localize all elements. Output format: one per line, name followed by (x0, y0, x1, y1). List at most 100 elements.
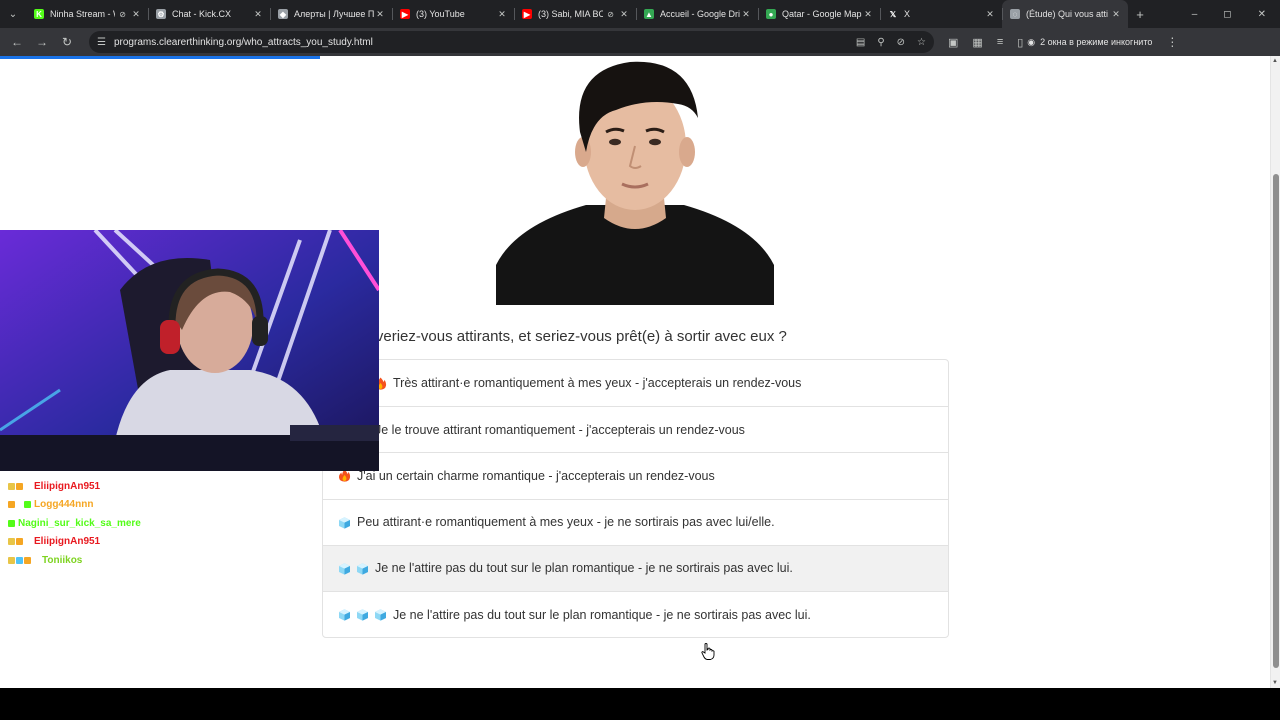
forward-button[interactable]: → (31, 31, 53, 53)
ice-cube-icon (356, 608, 369, 621)
chat-message: EliipignAn951 (8, 477, 308, 496)
minimize-button[interactable]: – (1192, 9, 1198, 20)
tab-close-icon[interactable]: ✕ (740, 9, 752, 20)
chat-badge-icon (8, 501, 15, 509)
site-info-icon[interactable]: ☰ (97, 37, 106, 48)
answer-option-label: Très attirant·e romantiquement à mes yeu… (393, 376, 802, 391)
chat-badge-icon (8, 519, 15, 527)
extension-icon[interactable]: ▣ (948, 36, 958, 49)
extensions-puzzle-icon[interactable]: ▦ (972, 36, 982, 49)
answer-option[interactable]: J'ai un certain charme romantique - j'ac… (323, 452, 948, 498)
streamer-webcam-overlay (0, 230, 379, 471)
tab-close-icon[interactable]: ✕ (1110, 9, 1122, 20)
maximize-button[interactable]: ◻ (1223, 9, 1231, 20)
browser-tab[interactable]: ▶ (3) YouTube ✕ (392, 0, 514, 28)
eye-off-icon[interactable]: ⊘ (897, 37, 905, 48)
tab-favicon-icon: 𝕏 (888, 9, 898, 19)
chat-username: EliipignAn951 (34, 536, 101, 548)
tab-close-icon[interactable]: ✕ (130, 9, 142, 20)
chat-badges (8, 519, 15, 527)
tab-close-icon[interactable]: ✕ (862, 9, 874, 20)
chat-message: Nagini_sur_kick_sa_mere (8, 514, 308, 533)
chat-badges (8, 538, 31, 546)
answer-option[interactable]: Je ne l'attire pas du tout sur le plan r… (323, 544, 948, 591)
tab-muted-speaker-icon[interactable]: ⊘ (119, 10, 126, 19)
chat-badge-icon (8, 482, 15, 490)
tab-muted-speaker-icon[interactable]: ⊘ (607, 10, 614, 19)
answer-option[interactable]: Je le trouve attirant romantiquement - j… (323, 406, 948, 452)
page-scrollbar[interactable]: ▲ ▼ (1270, 56, 1280, 688)
arrow-right-icon: → (36, 35, 48, 49)
window-controls: – ◻ ✕ (1192, 0, 1280, 28)
scrollbar-thumb[interactable] (1273, 174, 1279, 668)
tab-title: Accueil - Google Dri (660, 9, 740, 19)
answer-option[interactable]: Peu attirant·e romantiquement à mes yeux… (323, 498, 948, 545)
tab-favicon-icon: ◌ (1010, 9, 1020, 19)
loading-progress-bar (0, 56, 320, 59)
answer-option-label: J'ai un certain charme romantique - j'ac… (357, 468, 715, 483)
tab-title: (Étude) Qui vous atti (1026, 9, 1109, 19)
chat-badge-icon (8, 538, 15, 546)
tab-close-icon[interactable]: ✕ (618, 9, 630, 20)
bookmark-star-icon[interactable]: ☆ (917, 37, 926, 48)
chat-username: Toniikos (42, 554, 83, 566)
address-bar[interactable]: ☰ programs.clearerthinking.org/who_attra… (89, 31, 934, 53)
browser-tab[interactable]: ● Qatar - Google Maps ✕ (758, 0, 880, 28)
zoom-icon[interactable]: ⚲ (877, 37, 884, 48)
incognito-indicator[interactable]: ◉ 2 окна в режиме инкогнито (1027, 37, 1152, 48)
chat-badge-icon (24, 538, 31, 546)
browser-tab[interactable]: ◆ Алерты | Лучшее ПО ✕ (270, 0, 392, 28)
browser-menu-icon[interactable]: ⋮ (1166, 35, 1178, 49)
chat-message: Toniikos (8, 551, 308, 570)
browser-tab[interactable]: K Ninha Stream - W ⊘ ✕ (26, 0, 148, 28)
video-letterbox-bar (0, 688, 1280, 720)
tab-close-icon[interactable]: ✕ (496, 9, 508, 20)
mouse-cursor-hand-icon (701, 643, 715, 665)
sidebar-icon[interactable]: ▯ (1017, 36, 1023, 49)
tab-close-icon[interactable]: ✕ (252, 9, 264, 20)
chat-badge-icon (16, 482, 23, 490)
browser-tab[interactable]: 𝕏 X ✕ (880, 0, 1002, 28)
tab-favicon-icon: ▶ (400, 9, 410, 19)
chat-badge-icon (32, 556, 39, 564)
tab-strip: ⌄ K Ninha Stream - W ⊘ ✕ ⚙ Chat - Kick.CX ✕ ◆ Ал… (0, 0, 1280, 28)
chat-message: Logg444nnn (8, 496, 308, 515)
ice-cube-icon (356, 562, 369, 575)
answer-option[interactable]: Très attirant·e romantiquement à mes yeu… (323, 360, 948, 406)
chat-username: EliipignAn951 (34, 480, 101, 492)
tab-search-button[interactable]: ⌄ (0, 0, 26, 28)
scroll-up-arrow-icon[interactable]: ▲ (1272, 58, 1278, 64)
browser-tab[interactable]: ⚙ Chat - Kick.CX ✕ (148, 0, 270, 28)
chat-badge-icon (24, 556, 31, 564)
ice-cube-icon (338, 562, 351, 575)
tab-close-icon[interactable]: ✕ (374, 9, 386, 20)
chat-username: Nagini_sur_kick_sa_mere (18, 517, 141, 529)
chat-badge-icon (24, 482, 31, 490)
url-text[interactable]: programs.clearerthinking.org/who_attract… (114, 37, 844, 48)
scroll-down-arrow-icon[interactable]: ▼ (1272, 680, 1278, 686)
new-tab-button[interactable]: + (1128, 0, 1152, 28)
answer-list: Très attirant·e romantiquement à mes yeu… (322, 359, 949, 639)
browser-tab[interactable]: ▲ Accueil - Google Dri ✕ (636, 0, 758, 28)
chevron-down-icon: ⌄ (8, 8, 18, 20)
back-button[interactable]: ← (6, 31, 28, 53)
browser-tab[interactable]: ▶ (3) Sabi, MIA BOY⊘ ✕ (514, 0, 636, 28)
tab-title: (3) Sabi, MIA BOY (538, 9, 604, 19)
reading-list-icon[interactable]: ≡ (997, 36, 1003, 48)
reload-button[interactable]: ↻ (56, 31, 78, 53)
tab-close-icon[interactable]: ✕ (984, 9, 996, 20)
fire-icon (338, 469, 351, 483)
chat-badge-icon (8, 556, 15, 564)
tab-title: Qatar - Google Maps (782, 9, 862, 19)
chat-username: Logg444nnn (34, 499, 94, 511)
chat-badge-icon (16, 556, 23, 564)
tab-favicon-icon: ▲ (644, 9, 654, 19)
answer-option[interactable]: Je ne l'attire pas du tout sur le plan r… (323, 590, 948, 637)
arrow-left-icon: ← (11, 35, 23, 49)
tab-favicon-icon: ▶ (522, 9, 532, 19)
browser-tab[interactable]: ◌ (Étude) Qui vous atti ✕ (1002, 0, 1128, 28)
tab-title: Алерты | Лучшее ПО (294, 9, 374, 19)
translate-icon[interactable]: ▤ (856, 37, 865, 48)
close-window-button[interactable]: ✕ (1258, 9, 1266, 20)
stream-chat-overlay: EliipignAn951 Logg444nnn Nagini_sur_kick_s… (8, 477, 308, 570)
